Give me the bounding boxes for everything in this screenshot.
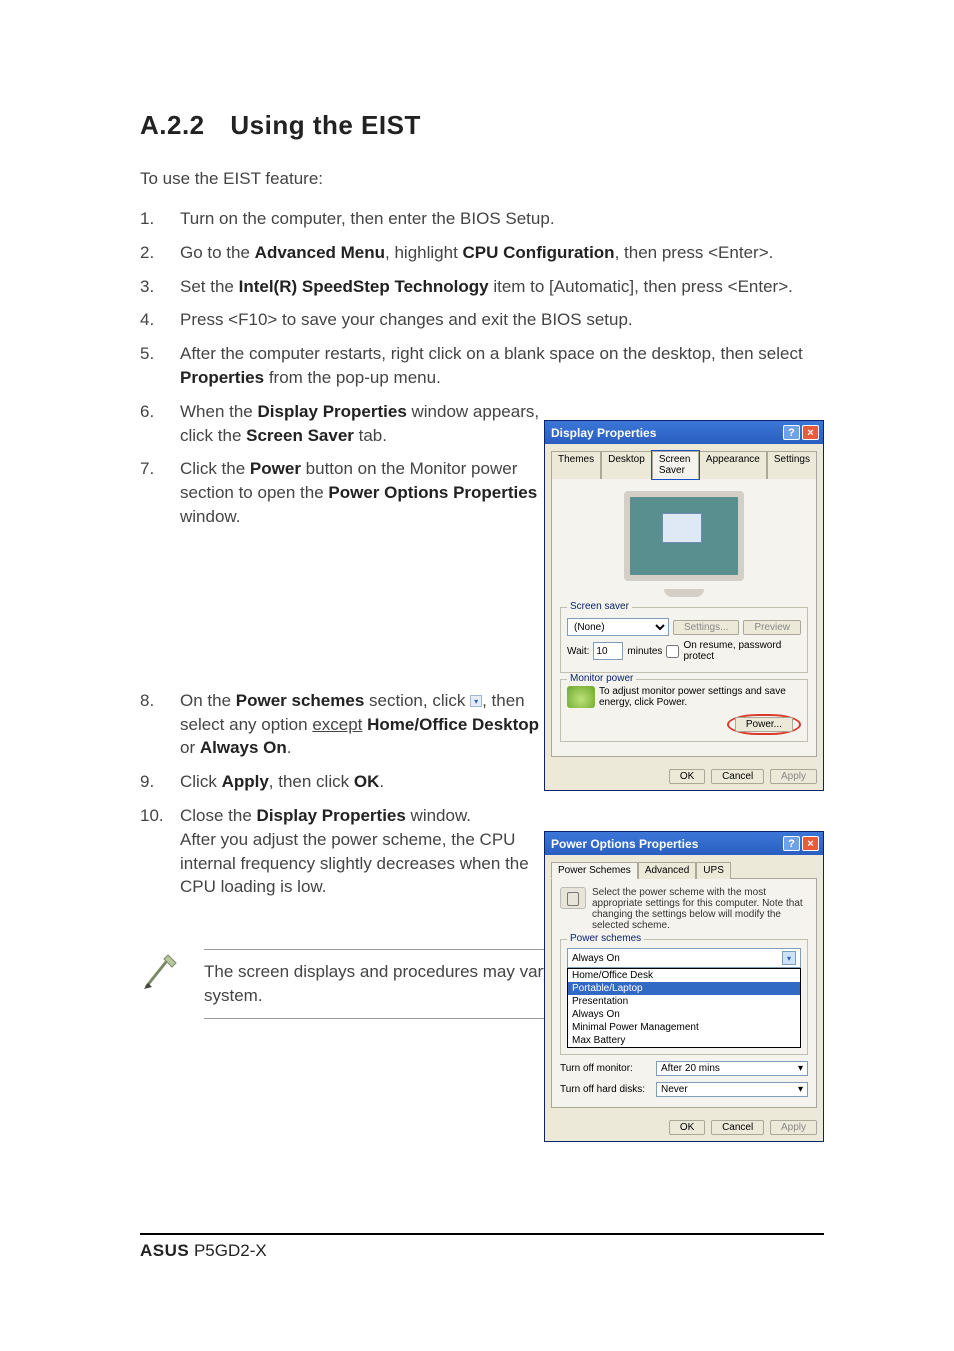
tab-advanced[interactable]: Advanced xyxy=(638,862,696,879)
wait-input[interactable] xyxy=(593,642,623,660)
apply-button[interactable]: Apply xyxy=(770,769,817,784)
tab-screen-saver[interactable]: Screen Saver xyxy=(652,451,699,479)
tab-power-schemes[interactable]: Power Schemes xyxy=(551,862,638,879)
tabs-row: Themes Desktop Screen Saver Appearance S… xyxy=(545,444,823,478)
power-scheme-list[interactable]: Home/Office Desk Portable/Laptop Present… xyxy=(567,968,801,1048)
list-item[interactable]: Always On xyxy=(568,1008,800,1021)
turn-off-monitor-select[interactable]: After 20 mins ▾ xyxy=(656,1061,808,1076)
step-4: Press <F10> to save your changes and exi… xyxy=(140,308,824,332)
note-icon xyxy=(140,949,184,998)
section-title-text: Using the EIST xyxy=(230,110,420,140)
tab-desktop[interactable]: Desktop xyxy=(601,451,652,479)
power-schemes-legend: Power schemes xyxy=(567,933,644,944)
preview-button[interactable]: Preview xyxy=(743,620,801,635)
screensaver-legend: Screen saver xyxy=(567,601,632,612)
tab-themes[interactable]: Themes xyxy=(551,451,601,479)
footer-model: P5GD2-X xyxy=(194,1241,267,1260)
monitor-power-group: Monitor power To adjust monitor power se… xyxy=(560,679,808,742)
footer-brand: ASUS xyxy=(140,1241,189,1260)
titlebar: Display Properties ? × xyxy=(545,421,823,444)
help-button[interactable]: ? xyxy=(783,836,800,851)
energy-star-icon xyxy=(567,686,595,708)
tab-appearance[interactable]: Appearance xyxy=(699,451,767,479)
cancel-button[interactable]: Cancel xyxy=(711,1120,764,1135)
turn-off-monitor-label: Turn off monitor: xyxy=(560,1063,650,1074)
tab-settings[interactable]: Settings xyxy=(767,451,817,479)
chevron-down-icon[interactable]: ▾ xyxy=(782,951,796,965)
power-scheme-dropdown[interactable]: Always On ▾ Home/Office Desk Portable/La… xyxy=(567,948,801,1048)
wait-label: Wait: xyxy=(567,646,589,657)
ok-button[interactable]: OK xyxy=(669,769,705,784)
step-2: Go to the Advanced Menu, highlight CPU C… xyxy=(140,241,824,265)
display-properties-window: Display Properties ? × Themes Desktop Sc… xyxy=(544,420,824,791)
monitor-power-text: To adjust monitor power settings and sav… xyxy=(599,686,801,708)
section-number: A.2.2 xyxy=(140,110,205,140)
step-5: After the computer restarts, right click… xyxy=(140,342,824,390)
intro-text: To use the EIST feature: xyxy=(140,169,824,189)
monitor-power-legend: Monitor power xyxy=(567,673,636,684)
wait-unit: minutes xyxy=(627,646,662,657)
scheme-description: Select the power scheme with the most ap… xyxy=(592,887,808,931)
resume-label: On resume, password protect xyxy=(683,640,801,662)
power-schemes-group: Power schemes Always On ▾ Home/Office De… xyxy=(560,939,808,1055)
section-heading: A.2.2 Using the EIST xyxy=(140,110,824,141)
list-item[interactable]: Portable/Laptop xyxy=(568,982,800,995)
plug-icon xyxy=(560,887,586,909)
turn-off-disks-select[interactable]: Never ▾ xyxy=(656,1082,808,1097)
help-button[interactable]: ? xyxy=(783,425,800,440)
power-options-window: Power Options Properties ? × Power Schem… xyxy=(544,831,824,1142)
page-footer: ASUS P5GD2-X xyxy=(140,1233,824,1261)
window-title: Power Options Properties xyxy=(551,837,698,851)
screensaver-group: Screen saver (None) Settings... Preview … xyxy=(560,607,808,673)
chevron-down-icon[interactable]: ▾ xyxy=(798,1063,803,1074)
chevron-down-icon: ▾ xyxy=(470,695,482,707)
close-button[interactable]: × xyxy=(802,425,819,440)
apply-button[interactable]: Apply xyxy=(770,1120,817,1135)
turn-off-disks-label: Turn off hard disks: xyxy=(560,1084,650,1095)
settings-button[interactable]: Settings... xyxy=(673,620,739,635)
list-item[interactable]: Presentation xyxy=(568,995,800,1008)
ok-button[interactable]: OK xyxy=(669,1120,705,1135)
chevron-down-icon[interactable]: ▾ xyxy=(798,1084,803,1095)
power-scheme-current: Always On xyxy=(572,953,620,964)
power-highlight: Power... xyxy=(727,714,801,735)
monitor-preview xyxy=(624,491,744,581)
list-item[interactable]: Minimal Power Management xyxy=(568,1021,800,1034)
power-button[interactable]: Power... xyxy=(735,717,793,732)
cancel-button[interactable]: Cancel xyxy=(711,769,764,784)
resume-checkbox[interactable] xyxy=(666,645,679,658)
window-title: Display Properties xyxy=(551,426,656,440)
close-button[interactable]: × xyxy=(802,836,819,851)
step-3: Set the Intel(R) SpeedStep Technology it… xyxy=(140,275,824,299)
screensaver-select[interactable]: (None) xyxy=(567,618,669,636)
list-item[interactable]: Max Battery xyxy=(568,1034,800,1047)
step-1: Turn on the computer, then enter the BIO… xyxy=(140,207,824,231)
tab-ups[interactable]: UPS xyxy=(696,862,731,879)
list-item[interactable]: Home/Office Desk xyxy=(568,969,800,982)
titlebar: Power Options Properties ? × xyxy=(545,832,823,855)
